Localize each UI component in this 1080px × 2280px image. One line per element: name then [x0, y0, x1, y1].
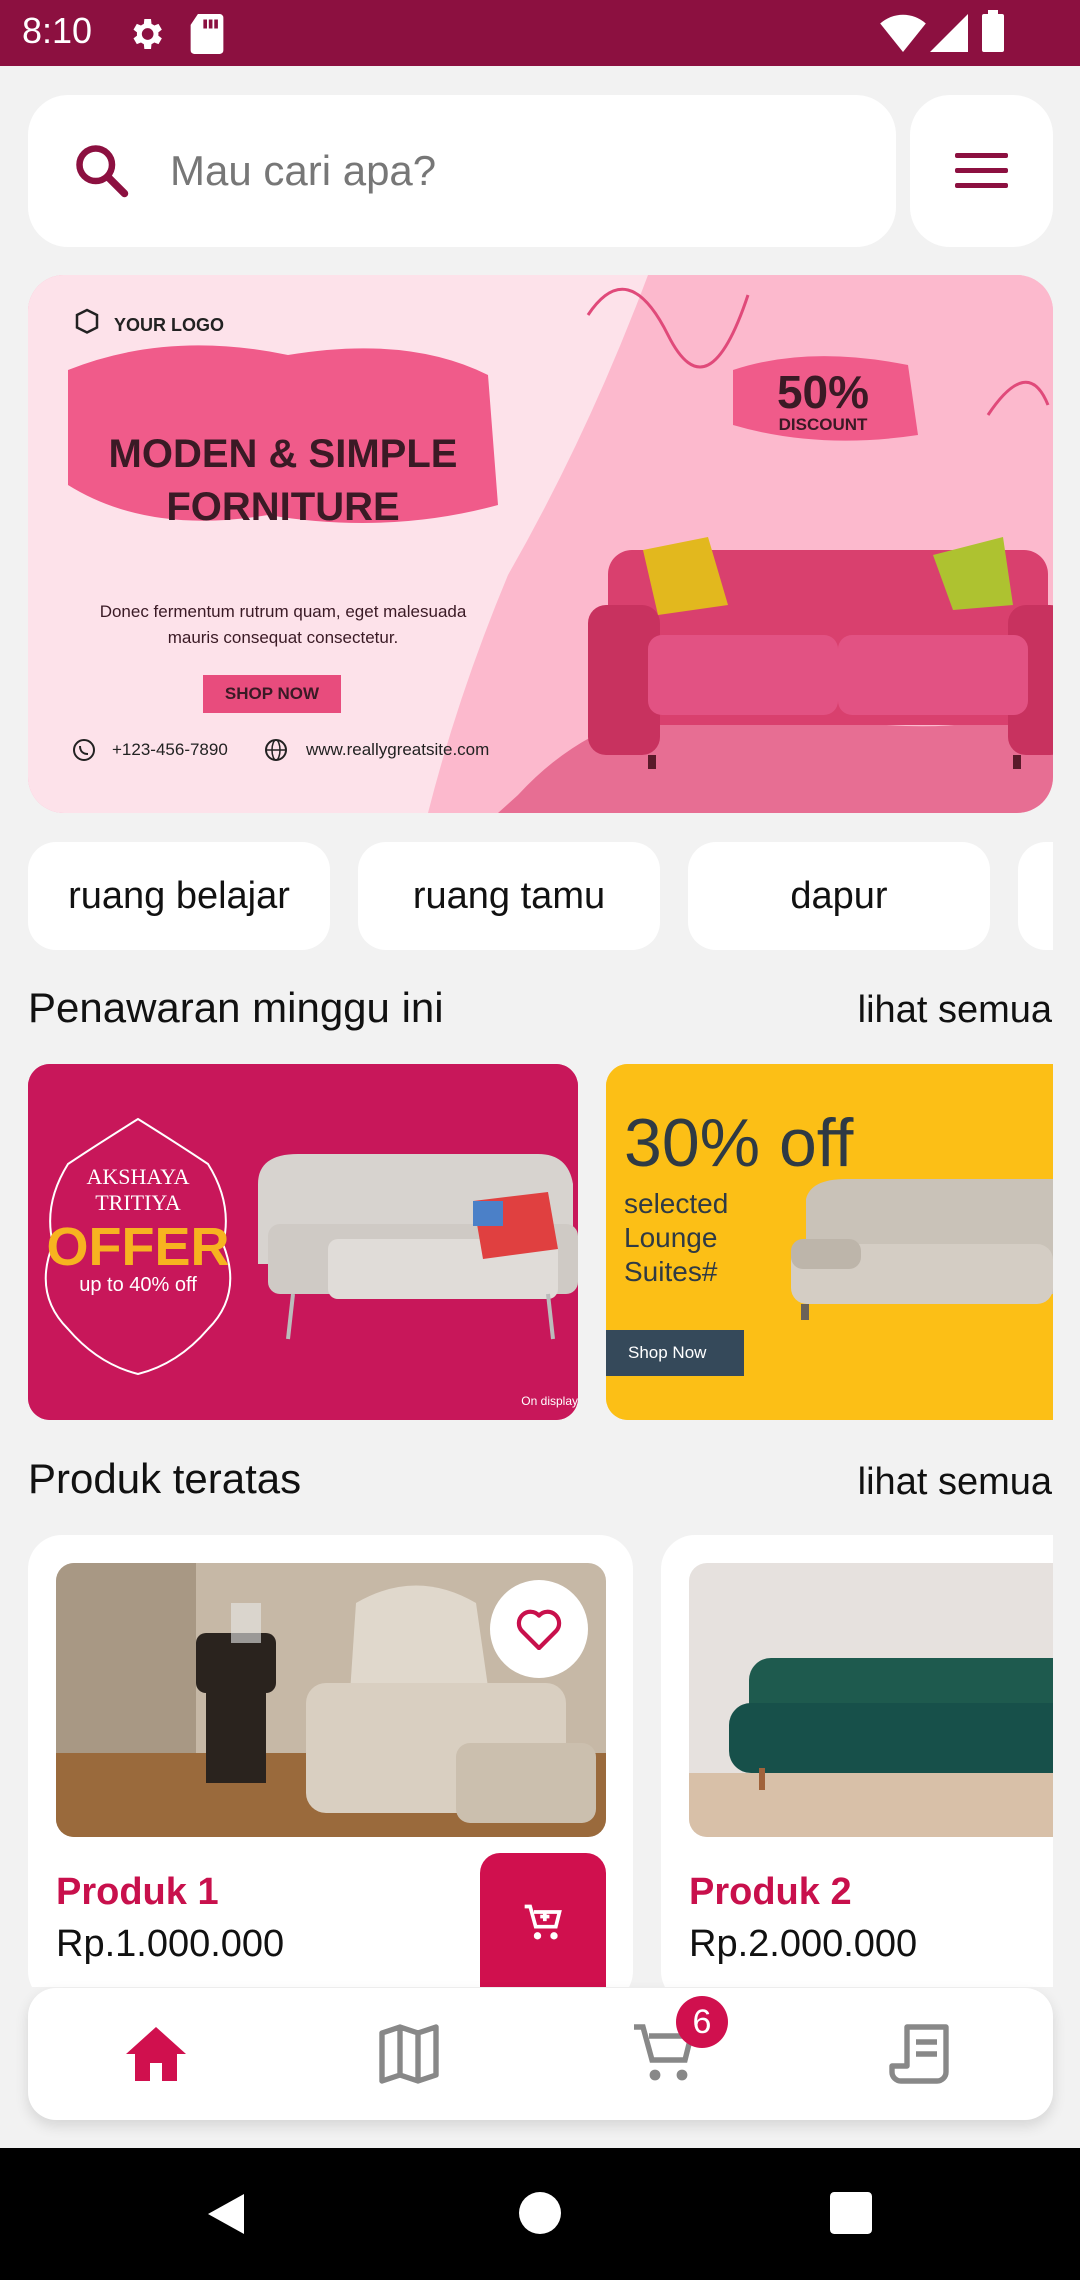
hero-body-line1: Donec fermentum rutrum quam, eget malesu…: [99, 602, 467, 621]
promo2-line2: Lounge: [624, 1222, 718, 1253]
weekly-offers-see-all[interactable]: lihat semua: [858, 989, 1052, 1032]
search-input[interactable]: [170, 139, 850, 203]
hero-headline-line2: FORNITURE: [166, 485, 400, 529]
category-chip-dapur[interactable]: dapur: [688, 842, 990, 950]
promo1-footer: On display: [521, 1394, 578, 1408]
weekly-offers-title: Penawaran minggu ini: [28, 984, 444, 1031]
home-circle-icon[interactable]: [519, 2192, 561, 2234]
category-chip-ruang-tamu[interactable]: ruang tamu: [358, 842, 660, 950]
product-name: Produk 1: [56, 1871, 219, 1913]
back-icon[interactable]: [204, 2190, 248, 2238]
status-time: 8:10: [22, 10, 93, 51]
product-card[interactable]: Produk 1 Rp.1.000.000: [28, 1535, 633, 1987]
category-chip-more[interactable]: [1018, 842, 1053, 950]
add-cart-icon: [524, 1904, 562, 1940]
hamburger-menu-icon: [955, 153, 1008, 188]
add-to-cart-button[interactable]: [480, 1853, 606, 1987]
hero-discount-label: DISCOUNT: [778, 415, 868, 434]
product-price: Rp.2.000.000: [689, 1923, 918, 1965]
promo1-line3: OFFER: [46, 1217, 230, 1277]
product-card[interactable]: Produk 2 Rp.2.000.000: [661, 1535, 1053, 1987]
hero-logo-text: YOUR LOGO: [114, 315, 225, 335]
hero-body-line2: mauris consequat consectetur.: [167, 628, 399, 647]
top-products-see-all[interactable]: lihat semua: [858, 1461, 1052, 1504]
product-image: [689, 1563, 1053, 1837]
promo1-line4: up to 40% off: [79, 1274, 197, 1296]
promo-card-lounge[interactable]: 30% off selected Lounge Suites# Shop Now: [606, 1064, 1053, 1420]
phone-icon: [73, 739, 95, 761]
promo2-line1: selected: [624, 1188, 729, 1219]
heart-icon: [516, 1609, 562, 1650]
promo1-line1: AKSHAYA: [86, 1164, 190, 1189]
hero-headline-line1: MODEN & SIMPLE: [108, 432, 458, 476]
map-icon[interactable]: [373, 2018, 445, 2090]
globe-icon: [265, 739, 287, 761]
promo1-line2: TRITIYA: [95, 1190, 181, 1215]
sd-card-icon: [190, 14, 224, 54]
wifi-icon: [880, 14, 926, 52]
search-icon: [76, 145, 129, 198]
bottom-nav: 6: [28, 1988, 1053, 2120]
logo-icon: [75, 308, 99, 334]
hero-website: www.reallygreatsite.com: [306, 740, 490, 759]
gear-icon: [133, 19, 162, 49]
signal-icon: [930, 14, 968, 52]
hero-banner[interactable]: YOUR LOGO MODEN & SIMPLE FORNITURE Donec…: [28, 275, 1053, 813]
status-bar: 8:10: [0, 0, 1080, 66]
system-nav-bar: [0, 2148, 1080, 2280]
hero-phone: +123-456-7890: [112, 740, 228, 759]
battery-icon: [982, 10, 1004, 52]
hero-discount-value: 50%: [776, 366, 870, 418]
category-chips: ruang belajar ruang tamu dapur: [28, 842, 1053, 950]
product-name: Produk 2: [689, 1871, 852, 1913]
recents-icon[interactable]: [830, 2192, 872, 2234]
products-row: Produk 1 Rp.1.000.000 Produk 2 Rp.2.000.…: [28, 1535, 1053, 1987]
cart-badge: 6: [676, 1996, 728, 2048]
promo-card-akshaya[interactable]: AKSHAYA TRITIYA OFFER up to 40% off On d…: [28, 1064, 578, 1420]
favorite-button[interactable]: [490, 1580, 588, 1678]
category-chip-ruang-belajar[interactable]: ruang belajar: [28, 842, 330, 950]
hero-banner-art: [28, 275, 1053, 813]
product-price: Rp.1.000.000: [56, 1923, 285, 1965]
top-products-title: Produk teratas: [28, 1455, 302, 1502]
hero-shop-now-button[interactable]: SHOP NOW: [203, 675, 341, 713]
promo2-line3: Suites#: [624, 1256, 718, 1287]
promo2-shop-now-button[interactable]: Shop Now: [606, 1330, 744, 1376]
menu-button[interactable]: [910, 95, 1053, 247]
receipt-icon[interactable]: [886, 2018, 958, 2090]
promo2-headline: 30% off: [624, 1105, 854, 1181]
search-box[interactable]: [28, 95, 896, 247]
home-icon[interactable]: [120, 2018, 192, 2090]
